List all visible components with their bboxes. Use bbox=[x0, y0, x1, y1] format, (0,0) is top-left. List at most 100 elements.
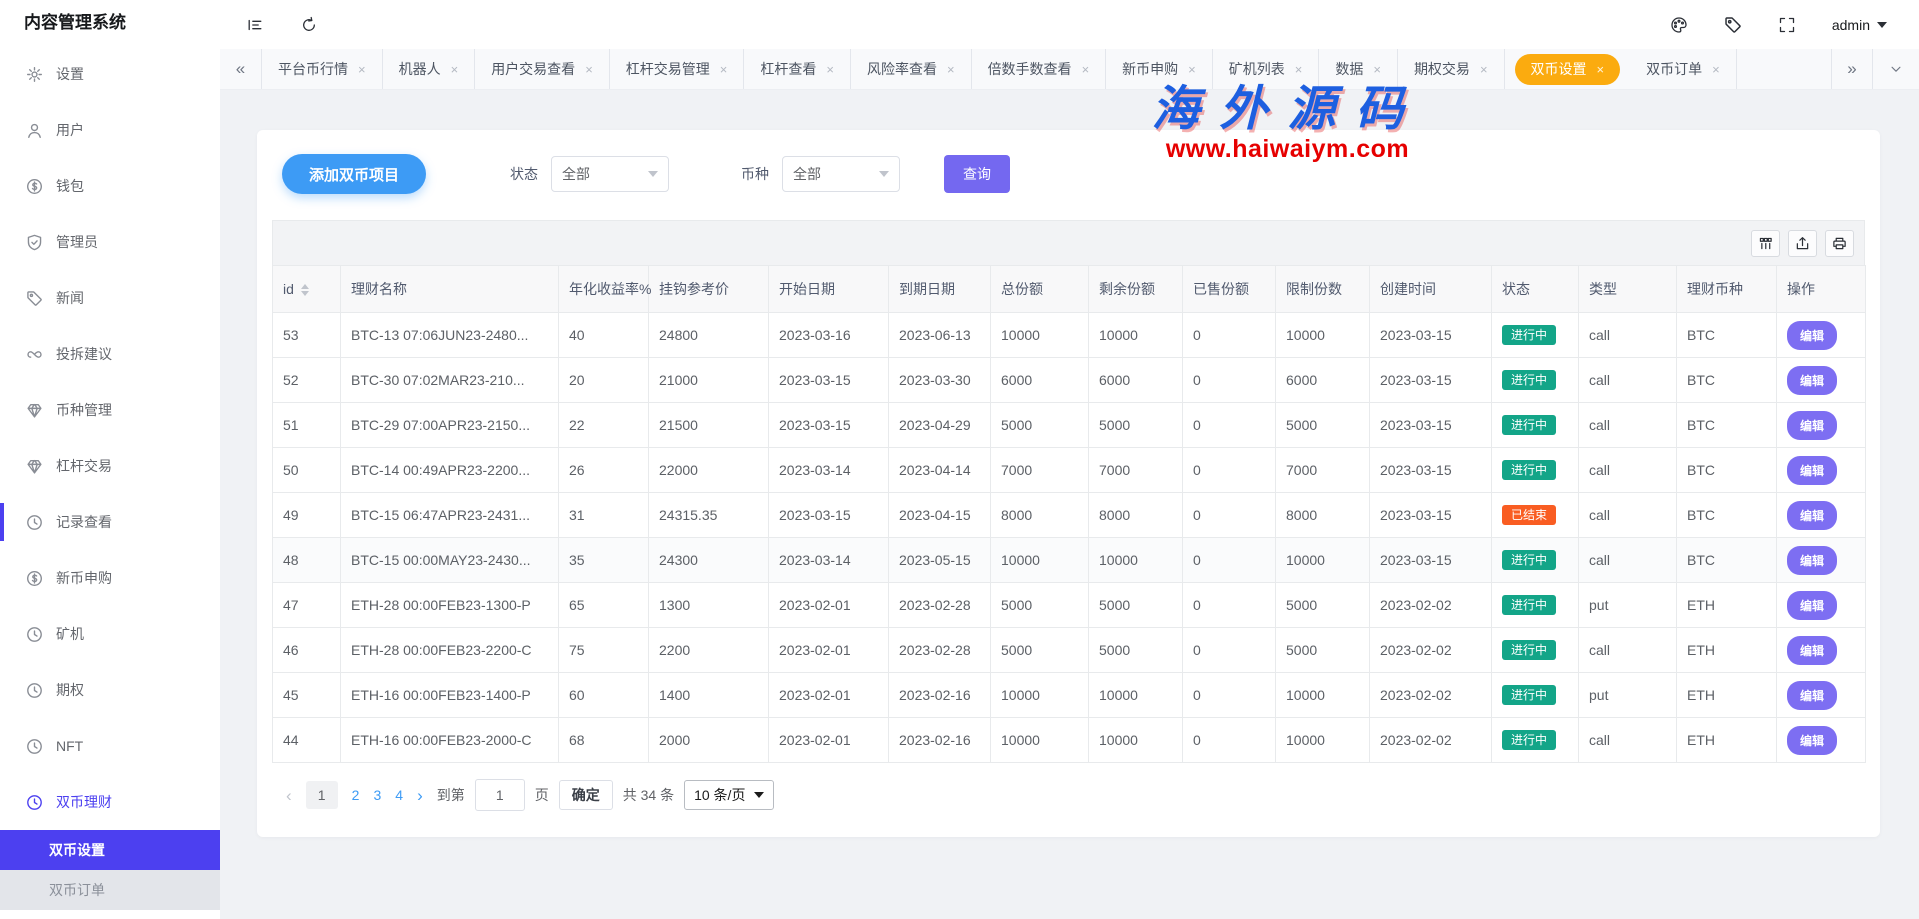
sort-desc-icon[interactable] bbox=[301, 291, 309, 296]
close-tab-icon[interactable]: × bbox=[1082, 63, 1090, 76]
edit-button[interactable]: 编辑 bbox=[1787, 411, 1837, 440]
sidebar-subitem-dual-currency-settings[interactable]: 双币设置 bbox=[0, 830, 220, 870]
tab-platform-coin-market[interactable]: 平台币行情× bbox=[262, 49, 383, 89]
coin-filter-select[interactable]: 全部 bbox=[782, 156, 900, 192]
cell-limit: 5000 bbox=[1276, 403, 1370, 448]
sort-control[interactable] bbox=[301, 284, 309, 296]
sidebar-item-news[interactable]: 新闻 bbox=[0, 270, 220, 326]
column-header-id[interactable]: id bbox=[273, 266, 341, 313]
query-button[interactable]: 查询 bbox=[944, 155, 1010, 193]
next-page-button[interactable]: › bbox=[413, 787, 427, 804]
cell-total: 5000 bbox=[991, 583, 1089, 628]
tab-data[interactable]: 数据× bbox=[1319, 49, 1398, 89]
edit-button[interactable]: 编辑 bbox=[1787, 321, 1837, 350]
edit-button[interactable]: 编辑 bbox=[1787, 456, 1837, 485]
tab-user-trade-view[interactable]: 用户交易查看× bbox=[475, 49, 610, 89]
fullscreen-button[interactable] bbox=[1778, 16, 1796, 34]
tab-new-coin-subscribe[interactable]: 新币申购× bbox=[1106, 49, 1213, 89]
cell-id: 52 bbox=[273, 358, 341, 403]
tab-risk-rate-view[interactable]: 风险率查看× bbox=[851, 49, 972, 89]
edit-button[interactable]: 编辑 bbox=[1787, 591, 1837, 620]
sidebar-item-users[interactable]: 用户 bbox=[0, 102, 220, 158]
close-tab-icon[interactable]: × bbox=[358, 63, 366, 76]
cell-status: 进行中 bbox=[1492, 358, 1579, 403]
close-tab-icon[interactable]: × bbox=[1480, 63, 1488, 76]
tab-multiplier-lots-view[interactable]: 倍数手数查看× bbox=[972, 49, 1107, 89]
sidebar-collapse-button[interactable] bbox=[246, 16, 264, 34]
page-size-select[interactable]: 10 条/页 bbox=[684, 780, 774, 810]
cell-sold: 0 bbox=[1183, 448, 1276, 493]
gear-icon bbox=[26, 66, 43, 83]
prev-page-button[interactable]: ‹ bbox=[282, 787, 296, 804]
tags-button[interactable] bbox=[1724, 16, 1742, 34]
cell-ref_price: 21000 bbox=[649, 358, 769, 403]
sidebar-item-miner[interactable]: 矿机 bbox=[0, 606, 220, 662]
close-tab-icon[interactable]: × bbox=[1188, 63, 1196, 76]
sort-asc-icon[interactable] bbox=[301, 284, 309, 289]
status-filter-select[interactable]: 全部 bbox=[551, 156, 669, 192]
close-tab-icon[interactable]: × bbox=[1373, 63, 1381, 76]
table-row: 44ETH-16 00:00FEB23-2000-C6820002023-02-… bbox=[273, 718, 1866, 763]
sidebar-item-nft[interactable]: NFT bbox=[0, 718, 220, 774]
column-settings-button[interactable] bbox=[1751, 230, 1780, 257]
sidebar-item-admins[interactable]: 管理员 bbox=[0, 214, 220, 270]
add-dual-currency-button[interactable]: 添加双币项目 bbox=[282, 154, 426, 194]
tab-dual-currency-settings[interactable]: 双币设置× bbox=[1515, 54, 1621, 85]
edit-button[interactable]: 编辑 bbox=[1787, 681, 1837, 710]
cell-coin: BTC bbox=[1677, 358, 1777, 403]
print-button[interactable] bbox=[1825, 230, 1854, 257]
cell-status: 进行中 bbox=[1492, 448, 1579, 493]
cell-remaining: 10000 bbox=[1089, 673, 1183, 718]
sidebar-item-coin-manage[interactable]: 币种管理 bbox=[0, 382, 220, 438]
edit-button[interactable]: 编辑 bbox=[1787, 366, 1837, 395]
cell-type: call bbox=[1579, 403, 1677, 448]
refresh-button[interactable] bbox=[300, 16, 318, 34]
page-button-4[interactable]: 4 bbox=[395, 787, 403, 803]
tab-miner-list[interactable]: 矿机列表× bbox=[1213, 49, 1320, 89]
sidebar-item-feedback[interactable]: 投拆建议 bbox=[0, 326, 220, 382]
tab-leverage-trade-manage[interactable]: 杠杆交易管理× bbox=[610, 49, 745, 89]
close-tab-icon[interactable]: × bbox=[720, 63, 728, 76]
cell-end_date: 2023-02-16 bbox=[889, 718, 991, 763]
sidebar-item-records[interactable]: 记录查看 bbox=[0, 494, 220, 550]
close-tab-icon[interactable]: × bbox=[826, 63, 834, 76]
sidebar-item-new-coin[interactable]: 新币申购 bbox=[0, 550, 220, 606]
page-button-1[interactable]: 1 bbox=[306, 781, 338, 809]
cell-remaining: 7000 bbox=[1089, 448, 1183, 493]
page-button-3[interactable]: 3 bbox=[373, 787, 381, 803]
theme-button[interactable] bbox=[1670, 16, 1688, 34]
sidebar-item-dual-currency[interactable]: 双币理财 bbox=[0, 774, 220, 830]
close-tab-icon[interactable]: × bbox=[585, 63, 593, 76]
cell-start_date: 2023-03-14 bbox=[769, 448, 889, 493]
edit-button[interactable]: 编辑 bbox=[1787, 726, 1837, 755]
tab-leverage-view[interactable]: 杠杆查看× bbox=[744, 49, 851, 89]
page-button-2[interactable]: 2 bbox=[352, 787, 360, 803]
tab-robot[interactable]: 机器人× bbox=[383, 49, 476, 89]
sidebar-item-leverage-trade[interactable]: 杠杆交易 bbox=[0, 438, 220, 494]
close-tab-icon[interactable]: × bbox=[1295, 63, 1303, 76]
tab-options-trade[interactable]: 期权交易× bbox=[1398, 49, 1505, 89]
cell-id: 44 bbox=[273, 718, 341, 763]
tabs-dropdown-button[interactable] bbox=[1873, 49, 1919, 89]
tabs-scroll-right-button[interactable]: » bbox=[1831, 49, 1873, 89]
sidebar-item-settings[interactable]: 设置 bbox=[0, 46, 220, 102]
cell-start_date: 2023-02-01 bbox=[769, 628, 889, 673]
tab-dual-currency-orders[interactable]: 双币订单× bbox=[1630, 49, 1737, 89]
user-menu[interactable]: admin bbox=[1832, 17, 1887, 33]
close-tab-icon[interactable]: × bbox=[451, 63, 459, 76]
edit-button[interactable]: 编辑 bbox=[1787, 501, 1837, 530]
edit-button[interactable]: 编辑 bbox=[1787, 636, 1837, 665]
export-button[interactable] bbox=[1788, 230, 1817, 257]
confirm-page-button[interactable]: 确定 bbox=[559, 780, 613, 810]
close-tab-icon[interactable]: × bbox=[947, 63, 955, 76]
edit-button[interactable]: 编辑 bbox=[1787, 546, 1837, 575]
close-tab-icon[interactable]: × bbox=[1712, 63, 1720, 76]
cell-name: BTC-13 07:06JUN23-2480... bbox=[341, 313, 559, 358]
sidebar-item-options[interactable]: 期权 bbox=[0, 662, 220, 718]
cell-end_date: 2023-04-15 bbox=[889, 493, 991, 538]
close-tab-icon[interactable]: × bbox=[1597, 63, 1605, 76]
goto-page-input[interactable] bbox=[475, 779, 525, 811]
sidebar-item-wallet[interactable]: 钱包 bbox=[0, 158, 220, 214]
sidebar-subitem-dual-currency-orders[interactable]: 双币订单 bbox=[0, 870, 220, 910]
tabs-scroll-left-button[interactable]: « bbox=[220, 49, 262, 89]
